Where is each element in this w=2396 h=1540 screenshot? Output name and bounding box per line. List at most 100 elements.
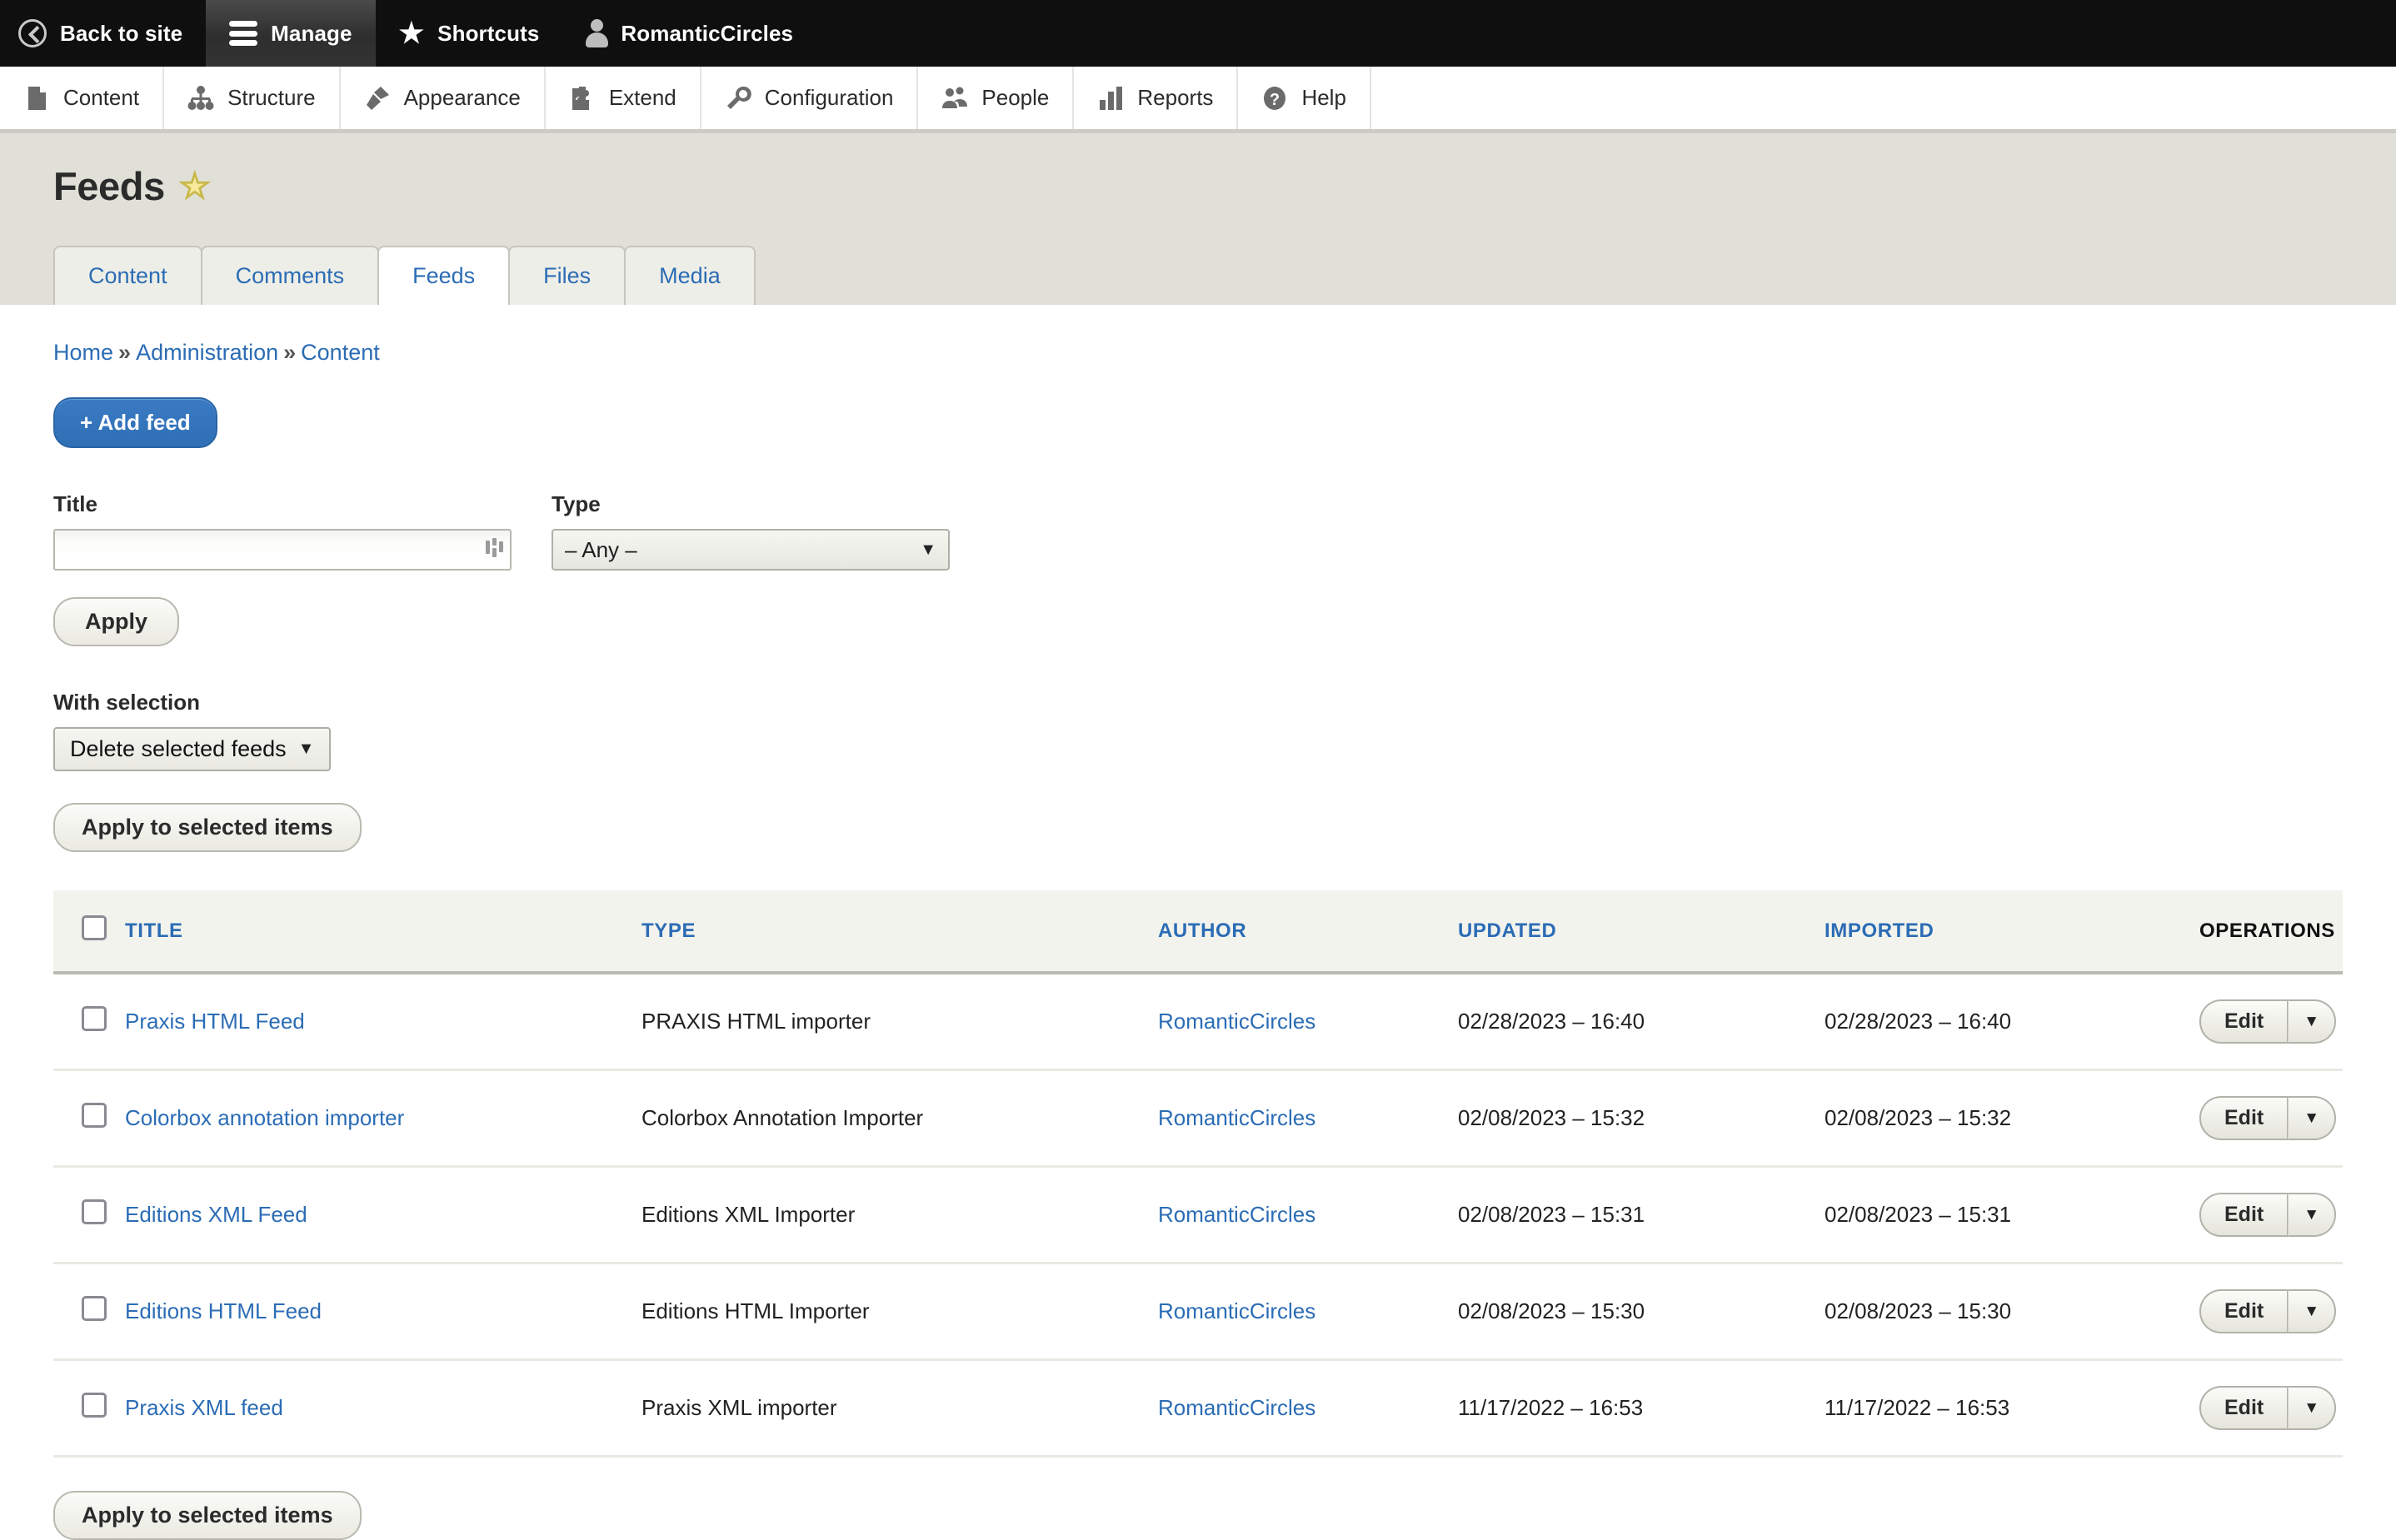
- menu-item-people[interactable]: People: [918, 67, 1075, 129]
- bar-chart-icon: [1097, 85, 1124, 112]
- apply-to-selected-bottom-button[interactable]: Apply to selected items: [53, 1491, 362, 1540]
- operations-chevron-down-icon[interactable]: ▼: [2288, 999, 2337, 1044]
- menu-item-configuration[interactable]: Configuration: [701, 67, 919, 129]
- operations-chevron-down-icon[interactable]: ▼: [2288, 1096, 2337, 1140]
- menu-label: People: [981, 85, 1050, 110]
- select-all-checkbox[interactable]: [82, 915, 107, 940]
- shortcuts-tab[interactable]: ★ Shortcuts: [376, 0, 563, 67]
- tab-feeds[interactable]: Feeds: [377, 246, 511, 305]
- apply-to-selected-top-button[interactable]: Apply to selected items: [53, 803, 362, 852]
- document-icon: [23, 85, 50, 112]
- breadcrumb-home[interactable]: Home: [53, 340, 113, 365]
- breadcrumb: Home» Administration» Content: [53, 305, 2343, 366]
- feed-author-link[interactable]: RomanticCircles: [1158, 1395, 1315, 1420]
- edit-button[interactable]: Edit: [2199, 999, 2289, 1044]
- row-type-cell: Editions XML Importer: [641, 1166, 1158, 1264]
- menu-label: Configuration: [764, 85, 894, 110]
- primary-tabs: Content Comments Feeds Files Media: [53, 246, 2343, 305]
- menu-item-structure[interactable]: Structure: [164, 67, 341, 129]
- tab-media[interactable]: Media: [624, 246, 756, 305]
- menu-item-help[interactable]: ? Help: [1238, 67, 1371, 129]
- row-type-cell: Colorbox Annotation Importer: [641, 1069, 1158, 1168]
- feed-author-link[interactable]: RomanticCircles: [1158, 1105, 1315, 1130]
- row-select-cell: [53, 1263, 125, 1361]
- row-checkbox[interactable]: [82, 1103, 107, 1128]
- bulk-action-select[interactable]: Delete selected feeds ▼: [53, 727, 332, 771]
- column-header-title[interactable]: TITLE: [125, 890, 641, 974]
- with-selection-label: With selection: [53, 690, 201, 715]
- column-header-imported[interactable]: IMPORTED: [1824, 890, 2199, 974]
- feed-title-link[interactable]: Editions XML Feed: [125, 1202, 307, 1227]
- add-feed-button[interactable]: + Add feed: [53, 397, 217, 448]
- tab-comments[interactable]: Comments: [200, 246, 380, 305]
- feed-author-link[interactable]: RomanticCircles: [1158, 1009, 1315, 1034]
- operations-dropbutton: Edit ▼: [2199, 1289, 2337, 1333]
- menu-item-content[interactable]: Content: [0, 67, 165, 129]
- feed-title-link[interactable]: Colorbox annotation importer: [125, 1105, 404, 1130]
- column-header-updated[interactable]: UPDATED: [1458, 890, 1824, 974]
- tab-label: Content: [88, 263, 167, 288]
- breadcrumb-administration[interactable]: Administration: [136, 340, 278, 365]
- row-checkbox[interactable]: [82, 1393, 107, 1418]
- back-to-site-button[interactable]: Back to site: [0, 0, 206, 67]
- feed-title-link[interactable]: Praxis HTML Feed: [125, 1009, 305, 1034]
- feed-author-link[interactable]: RomanticCircles: [1158, 1298, 1315, 1323]
- tab-content[interactable]: Content: [53, 246, 202, 305]
- column-header-operations: OPERATIONS: [2199, 890, 2343, 974]
- column-header-type[interactable]: TYPE: [641, 890, 1158, 974]
- row-checkbox[interactable]: [82, 1006, 107, 1031]
- manage-tab[interactable]: Manage: [206, 0, 376, 67]
- row-updated-cell: 11/17/2022 – 16:53: [1458, 1359, 1824, 1458]
- feed-title-link[interactable]: Editions HTML Feed: [125, 1298, 322, 1323]
- back-to-site-label: Back to site: [60, 20, 183, 46]
- row-checkbox[interactable]: [82, 1296, 107, 1321]
- title-filter-input[interactable]: [53, 529, 512, 571]
- edit-button[interactable]: Edit: [2199, 1096, 2289, 1140]
- column-header-author[interactable]: AUTHOR: [1158, 890, 1458, 974]
- apply-filter-button[interactable]: Apply: [53, 597, 180, 646]
- row-title-cell: Praxis HTML Feed: [125, 973, 641, 1071]
- menu-label: Structure: [227, 85, 316, 110]
- row-updated-cell: 02/08/2023 – 15:32: [1458, 1069, 1824, 1168]
- row-author-cell: RomanticCircles: [1158, 973, 1458, 1071]
- operations-chevron-down-icon[interactable]: ▼: [2288, 1193, 2337, 1237]
- edit-button[interactable]: Edit: [2199, 1193, 2289, 1237]
- row-updated-cell: 02/08/2023 – 15:30: [1458, 1263, 1824, 1361]
- operations-chevron-down-icon[interactable]: ▼: [2288, 1289, 2337, 1333]
- menu-item-appearance[interactable]: Appearance: [341, 67, 546, 129]
- edit-button[interactable]: Edit: [2199, 1386, 2289, 1430]
- page-title: Feeds ★: [53, 163, 2343, 209]
- operations-chevron-down-icon[interactable]: ▼: [2288, 1386, 2337, 1430]
- people-icon: [941, 85, 968, 112]
- breadcrumb-content[interactable]: Content: [301, 340, 380, 365]
- menu-item-reports[interactable]: Reports: [1074, 67, 1239, 129]
- breadcrumb-separator: »: [118, 340, 132, 365]
- account-tab[interactable]: RomanticCircles: [562, 0, 816, 67]
- row-type-cell: Editions HTML Importer: [641, 1263, 1158, 1361]
- row-checkbox[interactable]: [82, 1199, 107, 1224]
- row-operations-cell: Edit ▼: [2199, 1069, 2343, 1168]
- table-row: Editions XML Feed Editions XML Importer …: [53, 1166, 2343, 1264]
- admin-toolbar: Back to site Manage ★ Shortcuts Romantic…: [0, 0, 2396, 67]
- row-imported-cell: 02/08/2023 – 15:30: [1824, 1263, 2199, 1361]
- row-type-cell: PRAXIS HTML importer: [641, 973, 1158, 1071]
- feeds-table: TITLE TYPE AUTHOR UPDATED IMPORTED OPERA…: [53, 890, 2343, 1458]
- tab-label: Files: [543, 263, 592, 288]
- favorite-star-icon[interactable]: ★: [179, 169, 210, 204]
- type-filter-select[interactable]: – Any – ▼: [552, 529, 950, 571]
- page-title-text: Feeds: [53, 164, 165, 208]
- feed-title-link[interactable]: Praxis XML feed: [125, 1395, 283, 1420]
- menu-item-extend[interactable]: Extend: [546, 67, 701, 129]
- operations-dropbutton: Edit ▼: [2199, 1193, 2337, 1237]
- row-author-cell: RomanticCircles: [1158, 1359, 1458, 1458]
- menu-filler: [1371, 67, 2396, 129]
- tab-files[interactable]: Files: [508, 246, 626, 305]
- row-select-cell: [53, 1069, 125, 1168]
- tab-label: Feeds: [412, 263, 476, 288]
- chevron-down-icon: ▼: [297, 740, 315, 758]
- title-filter-field: Title: [53, 491, 512, 571]
- feed-author-link[interactable]: RomanticCircles: [1158, 1202, 1315, 1227]
- table-row: Colorbox annotation importer Colorbox An…: [53, 1069, 2343, 1168]
- edit-button[interactable]: Edit: [2199, 1289, 2289, 1333]
- type-filter-label: Type: [552, 491, 601, 516]
